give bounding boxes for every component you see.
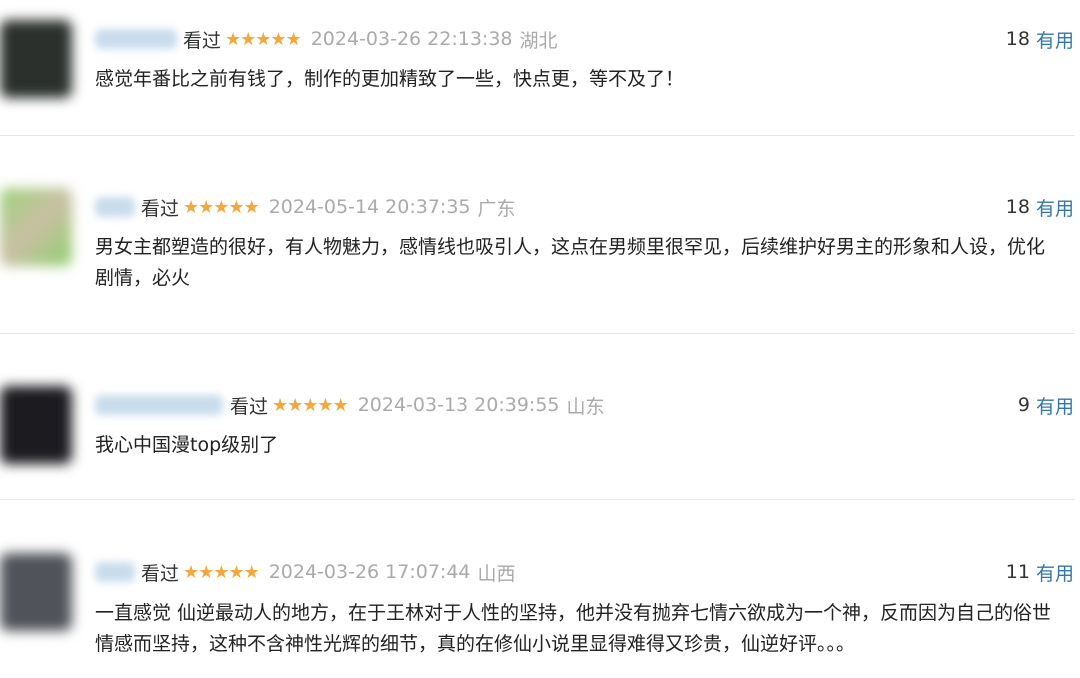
username-blurred[interactable] xyxy=(95,562,135,582)
divider xyxy=(0,333,1075,334)
watched-label: 看过 xyxy=(141,562,180,585)
vote-area: 18 有用 xyxy=(1006,26,1074,52)
comment-text: 我心中国漫top级别了 xyxy=(95,434,279,456)
watched-label: 看过 xyxy=(230,395,269,418)
vote-count: 9 xyxy=(1017,394,1030,416)
comment-time: 2024-03-26 17:07:44 xyxy=(268,561,471,583)
vote-area: 9 有用 xyxy=(1018,392,1074,418)
comment-location: 山西 xyxy=(477,562,516,585)
avatar[interactable] xyxy=(0,188,72,266)
watched-label: 看过 xyxy=(183,29,222,52)
useful-button[interactable]: 有用 xyxy=(1036,194,1074,221)
vote-area: 11 有用 xyxy=(1006,559,1074,585)
comment-time: 2024-03-13 20:39:55 xyxy=(357,394,560,416)
comment-time: 2024-03-26 22:13:38 xyxy=(310,28,513,50)
comment-text: 一直感觉 仙逆最动人的地方，在于王林对于人性的坚持，他并没有抛弃七情六欲成为一个… xyxy=(95,602,1052,655)
comment-list: 看过 ★★★★★ 2024-03-26 22:13:38 湖北 18 有用 感觉… xyxy=(0,0,1080,678)
username-blurred[interactable] xyxy=(95,197,135,217)
vote-count: 18 xyxy=(1005,196,1030,218)
comment-location: 广东 xyxy=(477,197,516,220)
comment-meta: 看过 ★★★★★ 2024-03-26 17:07:44 山西 xyxy=(141,559,516,585)
comment-meta: 看过 ★★★★★ 2024-05-14 20:37:35 广东 xyxy=(141,194,516,220)
avatar[interactable] xyxy=(0,20,72,98)
comment-text: 男女主都塑造的很好，有人物魅力，感情线也吸引人，这点在男频里很罕见，后续维护好男… xyxy=(95,236,1046,289)
divider xyxy=(0,135,1075,136)
avatar[interactable] xyxy=(0,553,72,631)
comment-location: 山东 xyxy=(566,395,605,418)
vote-count: 18 xyxy=(1005,28,1030,50)
rating-stars: ★★★★★ xyxy=(183,561,260,583)
divider xyxy=(0,499,1075,500)
comment-meta: 看过 ★★★★★ 2024-03-13 20:39:55 山东 xyxy=(230,392,605,418)
avatar[interactable] xyxy=(0,386,72,464)
watched-label: 看过 xyxy=(141,197,180,220)
useful-button[interactable]: 有用 xyxy=(1036,26,1074,53)
useful-button[interactable]: 有用 xyxy=(1036,392,1074,419)
comment-location: 湖北 xyxy=(519,29,558,52)
comment-meta: 看过 ★★★★★ 2024-03-26 22:13:38 湖北 xyxy=(183,26,558,52)
rating-stars: ★★★★★ xyxy=(272,394,349,416)
username-blurred[interactable] xyxy=(95,29,177,49)
rating-stars: ★★★★★ xyxy=(183,196,260,218)
comment-text: 感觉年番比之前有钱了，制作的更加精致了一些，快点更，等不及了！ xyxy=(95,68,685,90)
comment-time: 2024-05-14 20:37:35 xyxy=(268,196,471,218)
rating-stars: ★★★★★ xyxy=(225,28,302,50)
vote-count: 11 xyxy=(1005,561,1030,583)
useful-button[interactable]: 有用 xyxy=(1036,559,1074,586)
username-blurred[interactable] xyxy=(95,395,223,415)
vote-area: 18 有用 xyxy=(1006,194,1074,220)
